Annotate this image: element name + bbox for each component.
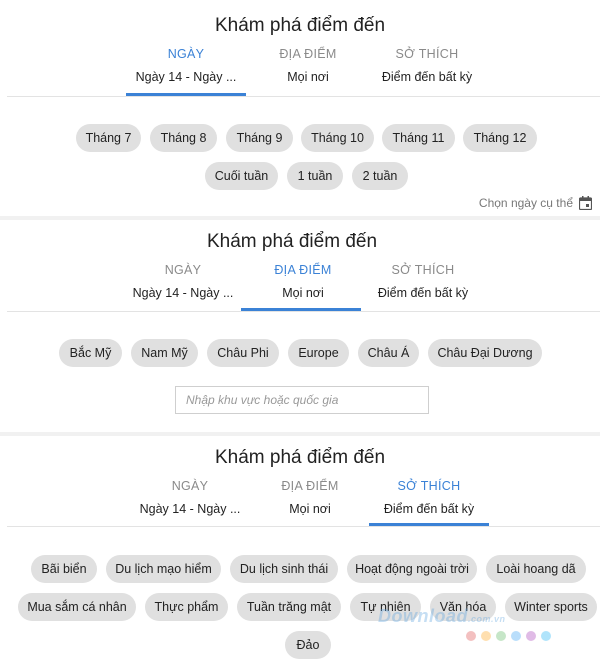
chip-interest[interactable]: Loài hoang dã — [486, 555, 586, 583]
chip-month[interactable]: Tháng 12 — [463, 124, 537, 152]
tab-value: Điểm đến bất kỳ — [377, 286, 469, 300]
watermark-dots — [466, 631, 551, 641]
chip-duration[interactable]: Cuối tuần — [205, 162, 278, 190]
chip-interest[interactable]: Mua sắm cá nhân — [18, 593, 136, 621]
panel-dates: Khám phá điểm đến NGÀY Ngày 14 - Ngày ..… — [0, 0, 600, 216]
calendar-icon — [578, 196, 593, 211]
tab-label: SỞ THÍCH — [397, 479, 461, 493]
panel-location: Khám phá điểm đến NGÀY Ngày 14 - Ngày ..… — [0, 220, 600, 432]
chip-interest[interactable]: Tuần trăng mật — [237, 593, 341, 621]
chip-interest[interactable]: Du lịch sinh thái — [230, 555, 338, 583]
divider — [7, 311, 600, 312]
chip-month[interactable]: Tháng 10 — [301, 124, 374, 152]
chip-interest[interactable]: Thực phẩm — [145, 593, 228, 621]
chip-interest[interactable]: Đảo — [285, 631, 331, 659]
watermark-dot — [511, 631, 521, 641]
chip-region[interactable]: Europe — [288, 339, 349, 367]
chip-month[interactable]: Tháng 11 — [382, 124, 455, 152]
tab-label: SỞ THÍCH — [395, 47, 459, 61]
chip-region[interactable]: Châu Đại Dương — [428, 339, 542, 367]
choose-specific-date-button[interactable]: Chọn ngày cụ thể — [478, 196, 593, 211]
chip-region[interactable]: Bắc Mỹ — [59, 339, 122, 367]
chip-month[interactable]: Tháng 8 — [150, 124, 217, 152]
region-search-input[interactable] — [175, 386, 429, 414]
chip-duration[interactable]: 2 tuần — [352, 162, 408, 190]
page-title: Khám phá điểm đến — [206, 231, 378, 252]
tab-interests[interactable]: SỞ THÍCH Điểm đến bất kỳ — [348, 263, 498, 300]
divider — [7, 526, 600, 527]
chip-region[interactable]: Châu Phi — [207, 339, 279, 367]
page-title: Khám phá điểm đến — [214, 447, 386, 468]
tab-value: Điểm đến bất kỳ — [383, 502, 475, 516]
tab-interests[interactable]: SỞ THÍCH Điểm đến bất kỳ — [352, 47, 502, 84]
watermark-dot — [466, 631, 476, 641]
specific-date-label: Chọn ngày cụ thể — [478, 196, 573, 210]
panel-interests: Khám phá điểm đến NGÀY Ngày 14 - Ngày ..… — [0, 436, 600, 662]
watermark-dot — [526, 631, 536, 641]
chip-month[interactable]: Tháng 9 — [226, 124, 293, 152]
chip-region[interactable]: Châu Á — [358, 339, 419, 367]
chip-interest[interactable]: Bãi biển — [31, 555, 97, 583]
chip-interest[interactable]: Du lịch mạo hiểm — [106, 555, 221, 583]
tab-value: Điểm đến bất kỳ — [381, 70, 473, 84]
download-watermark-logo: Download.com.vn — [378, 606, 506, 626]
divider — [7, 96, 600, 97]
page-title: Khám phá điểm đến — [214, 15, 386, 36]
chip-month[interactable]: Tháng 7 — [76, 124, 141, 152]
chip-interest[interactable]: Hoạt động ngoài trời — [347, 555, 477, 583]
chip-region[interactable]: Nam Mỹ — [131, 339, 198, 367]
chip-interest[interactable]: Winter sports — [505, 593, 597, 621]
watermark-dot — [481, 631, 491, 641]
tab-label: SỞ THÍCH — [391, 263, 455, 277]
watermark-dot — [496, 631, 506, 641]
chip-duration[interactable]: 1 tuần — [287, 162, 343, 190]
watermark-dot — [541, 631, 551, 641]
tab-interests[interactable]: SỞ THÍCH Điểm đến bất kỳ — [354, 479, 504, 516]
